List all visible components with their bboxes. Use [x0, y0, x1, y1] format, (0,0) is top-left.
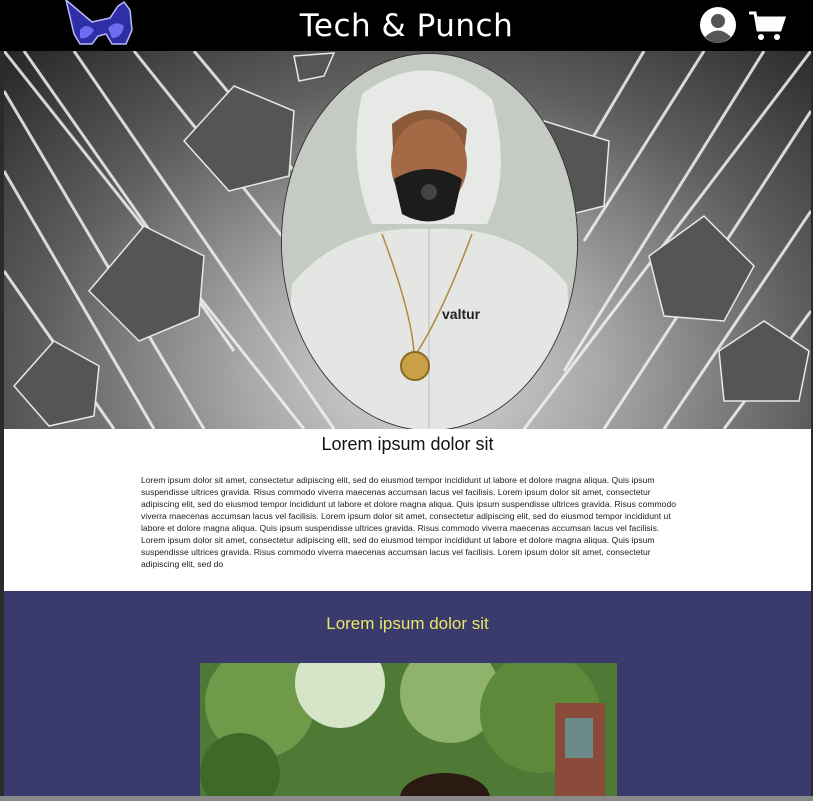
feature-section: Lorem ipsum dolor sit — [4, 591, 811, 801]
feature-heading: Lorem ipsum dolor sit — [326, 614, 489, 633]
top-navigation-bar: Tech & Punch — [0, 0, 813, 51]
portrait-brand-text: valtur — [442, 306, 481, 322]
feature-photo — [200, 663, 617, 798]
hooded-model-illustration: valtur — [282, 54, 577, 429]
user-account-icon[interactable] — [699, 6, 737, 44]
intro-paragraph: Lorem ipsum dolor sit amet, consectetur … — [141, 475, 677, 569]
hero-banner: valtur — [4, 51, 811, 429]
horizontal-scrollbar[interactable] — [0, 796, 813, 801]
outdoor-photo-illustration — [200, 663, 617, 798]
shopping-cart-icon[interactable] — [748, 10, 786, 42]
intro-section: Lorem ipsum dolor sit Lorem ipsum dolor … — [4, 429, 811, 591]
intro-heading: Lorem ipsum dolor sit — [321, 434, 494, 454]
hero-portrait: valtur — [281, 53, 578, 429]
site-title[interactable]: Tech & Punch — [0, 8, 813, 44]
